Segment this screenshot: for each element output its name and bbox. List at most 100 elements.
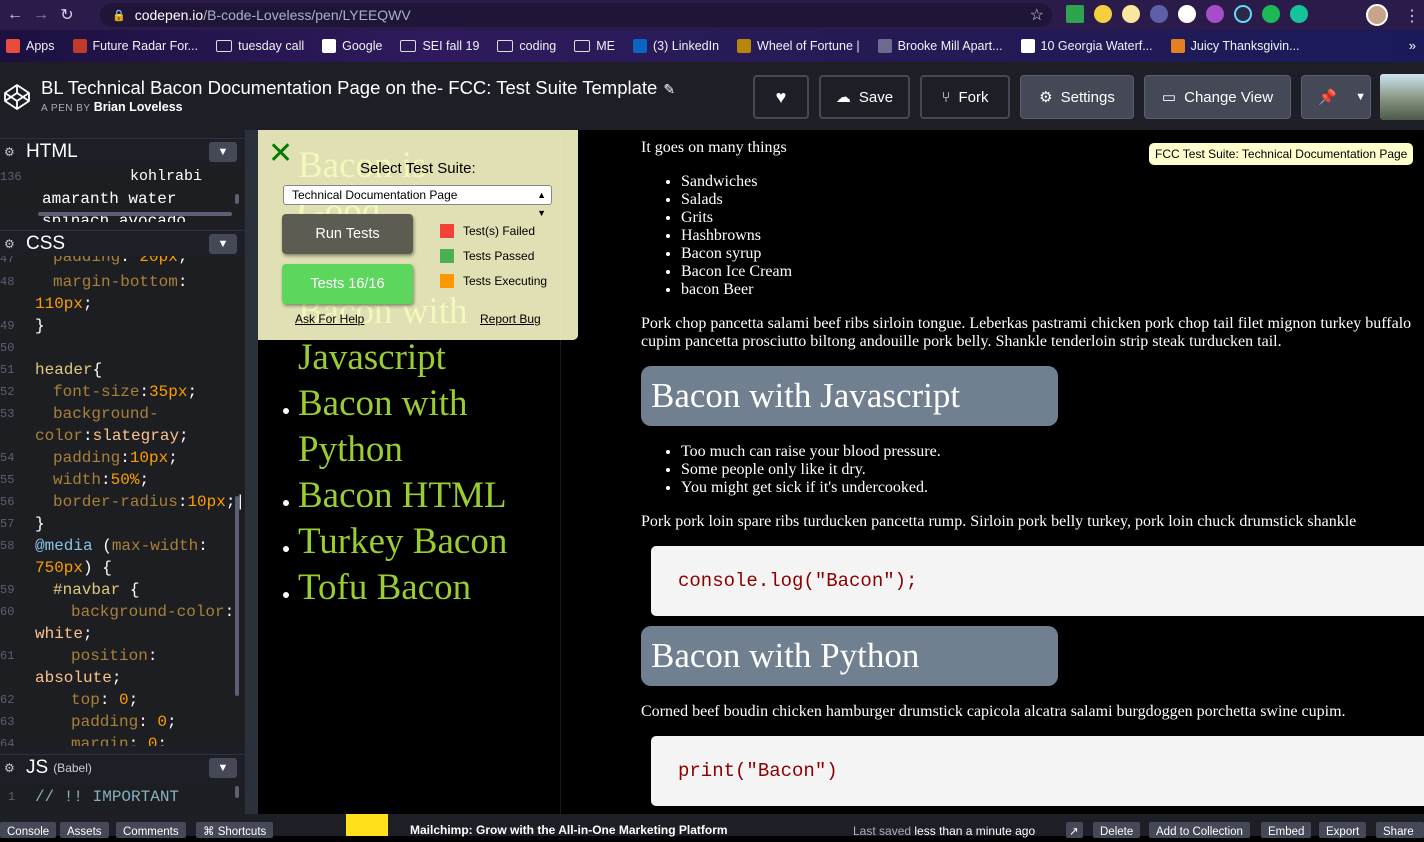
css-chevron-down-icon[interactable]: ▼ xyxy=(209,234,237,254)
forward-arrow-icon[interactable]: → xyxy=(28,0,54,30)
html-pane-title: HTML xyxy=(26,140,78,162)
mailchimp-logo-icon xyxy=(346,814,388,836)
ask-for-help-link[interactable]: Ask For Help xyxy=(295,312,364,326)
list-item: Salads xyxy=(681,191,792,209)
css-pane-header[interactable]: ⚙ CSS ▼ xyxy=(0,230,245,256)
nav-link[interactable]: Bacon with xyxy=(298,382,468,425)
change-view-button[interactable]: ▭ Change View xyxy=(1144,75,1291,119)
bookmark-item[interactable]: coding xyxy=(497,39,556,53)
pin-button[interactable]: 📌 ▼ xyxy=(1301,75,1371,119)
warnings-list: Too much can raise your blood pressure.S… xyxy=(681,443,941,497)
editor-resize-handle[interactable] xyxy=(245,130,258,814)
js-settings-gear-icon[interactable]: ⚙ xyxy=(4,761,15,775)
bookmark-item[interactable]: Wheel of Fortune | xyxy=(737,39,860,53)
bookmark-star-icon[interactable]: ☆ xyxy=(1030,5,1044,25)
list-item: Bacon Ice Cream xyxy=(681,263,792,281)
pen-byline: A PEN BY Brian Loveless xyxy=(41,100,183,114)
report-bug-link[interactable]: Report Bug xyxy=(480,312,541,326)
html-hscroll[interactable] xyxy=(38,212,232,216)
magnifier-extension-icon[interactable] xyxy=(1094,5,1112,23)
user-avatar-thumbnail[interactable] xyxy=(1380,74,1424,120)
settings-label: Settings xyxy=(1060,88,1115,106)
eye-icon xyxy=(72,39,87,53)
nav-link[interactable]: Turkey Bacon xyxy=(298,520,507,563)
paragraph-1: Pork chop pancetta salami beef ribs sirl… xyxy=(641,315,1412,332)
folder-icon xyxy=(497,40,514,52)
save-button[interactable]: ☁ Save xyxy=(819,75,910,119)
pencil-icon[interactable]: ✎ xyxy=(663,81,675,97)
html-editor[interactable]: 136 kohlrabi amaranth water spinach avoc… xyxy=(0,166,245,222)
js-pane-header[interactable]: ⚙ JS (Babel) ▼ xyxy=(0,754,245,780)
bookmark-item[interactable]: 10 Georgia Waterf... xyxy=(1020,39,1153,53)
js-pane-subtitle: (Babel) xyxy=(53,760,92,775)
bookmark-item[interactable]: SEI fall 19 xyxy=(400,39,479,53)
fork-icon: ⑂ xyxy=(941,88,951,106)
grid-icon xyxy=(6,39,20,53)
bookmark-item[interactable]: Brooke Mill Apart... xyxy=(877,39,1003,53)
home-extension-icon[interactable] xyxy=(1122,5,1140,23)
html-chevron-down-icon[interactable]: ▼ xyxy=(209,142,237,162)
bookmark-item[interactable]: Future Radar For... xyxy=(72,39,198,53)
bookmark-item[interactable]: ME xyxy=(574,39,615,53)
bookmark-item[interactable]: tuesday call xyxy=(216,39,304,53)
css-settings-gear-icon[interactable]: ⚙ xyxy=(4,237,15,251)
js-editor[interactable]: 1 // !! IMPORTANT xyxy=(0,786,245,814)
mailchimp-ad[interactable]: Mailchimp: Grow with the All-in-One Mark… xyxy=(346,814,766,837)
browser-menu-icon[interactable]: ⋮ xyxy=(1404,6,1420,26)
green-dot-extension-icon[interactable] xyxy=(1262,5,1280,23)
bookmarks-overflow-icon[interactable]: » xyxy=(1409,38,1416,53)
bookmark-label: Google xyxy=(342,39,383,53)
fork-button[interactable]: ⑂ Fork xyxy=(920,75,1010,119)
folder-icon xyxy=(400,40,417,52)
bookmark-item[interactable]: Google xyxy=(322,39,382,53)
back-arrow-icon[interactable]: ← xyxy=(2,0,28,30)
bookmark-label: tuesday call xyxy=(238,39,305,53)
bookmark-label: (3) LinkedIn xyxy=(653,39,720,53)
bookmark-item[interactable]: Juicy Thanksgivin... xyxy=(1170,39,1300,53)
nav-link-continuation[interactable]: Javascript xyxy=(298,336,446,379)
html-scrollbar[interactable] xyxy=(235,194,239,204)
list-item: Sandwiches xyxy=(681,173,792,191)
profile-avatar[interactable] xyxy=(1366,4,1388,26)
js-chevron-down-icon[interactable]: ▼ xyxy=(209,758,237,778)
list-item: Bacon syrup xyxy=(681,245,792,263)
checkmark-extension-icon[interactable] xyxy=(1066,5,1084,23)
chevron-down-icon[interactable]: ▼ xyxy=(1355,91,1366,103)
react-extension-icon[interactable] xyxy=(1234,5,1252,23)
failed-legend-swatch xyxy=(440,224,454,238)
run-tests-button[interactable]: Run Tests xyxy=(282,214,413,254)
settings-button[interactable]: ⚙ Settings xyxy=(1020,75,1134,119)
test-suite-select[interactable]: Technical Documentation Page ▲ ▼ xyxy=(283,185,552,218)
ad-text: Mailchimp: Grow with the All-in-One Mark… xyxy=(410,823,728,837)
circle-extension-icon[interactable] xyxy=(1150,5,1168,23)
like-button[interactable]: ♥ xyxy=(753,75,809,119)
byline-prefix: A PEN BY xyxy=(41,103,91,114)
nav-link[interactable]: Python xyxy=(298,428,403,471)
code-extension-icon[interactable] xyxy=(1206,5,1224,23)
author-link[interactable]: Brian Loveless xyxy=(94,100,183,114)
nav-link[interactable]: Bacon HTML xyxy=(298,474,507,517)
bookmark-item[interactable]: Apps xyxy=(6,39,55,53)
close-icon[interactable]: ✕ xyxy=(268,136,293,171)
code-line: // !! IMPORTANT xyxy=(35,788,180,806)
google-icon xyxy=(322,39,337,53)
js-scrollbar[interactable] xyxy=(235,786,239,798)
css-editor[interactable]: 47 padding: 20px; 48 margin-bottom: 110px;… xyxy=(0,256,245,746)
wheel-icon xyxy=(737,39,752,53)
codepen-logo-icon[interactable] xyxy=(2,82,32,112)
code-line: amaranth water xyxy=(42,190,177,208)
reload-icon[interactable]: ↻ xyxy=(54,0,80,30)
bookmark-label: Apps xyxy=(26,39,55,53)
fork-label: Fork xyxy=(958,88,989,106)
pen-title[interactable]: BL Technical Bacon Documentation Page on… xyxy=(41,77,675,99)
html-pane-header[interactable]: ⚙ HTML ▼ xyxy=(0,138,245,164)
folder-icon xyxy=(216,40,233,52)
address-bar[interactable]: 🔒 codepen.io/B-code-Loveless/pen/LYEEQWV… xyxy=(100,3,1052,27)
grammarly-icon[interactable] xyxy=(1290,5,1308,23)
html-settings-gear-icon[interactable]: ⚙ xyxy=(4,145,15,159)
nav-link[interactable]: Tofu Bacon xyxy=(298,566,471,609)
tests-result-button[interactable]: Tests 16/16 xyxy=(282,264,413,304)
bookmark-item[interactable]: (3) LinkedIn xyxy=(633,39,719,53)
dot-extension-icon[interactable] xyxy=(1178,5,1196,23)
css-scrollbar[interactable] xyxy=(235,496,239,696)
